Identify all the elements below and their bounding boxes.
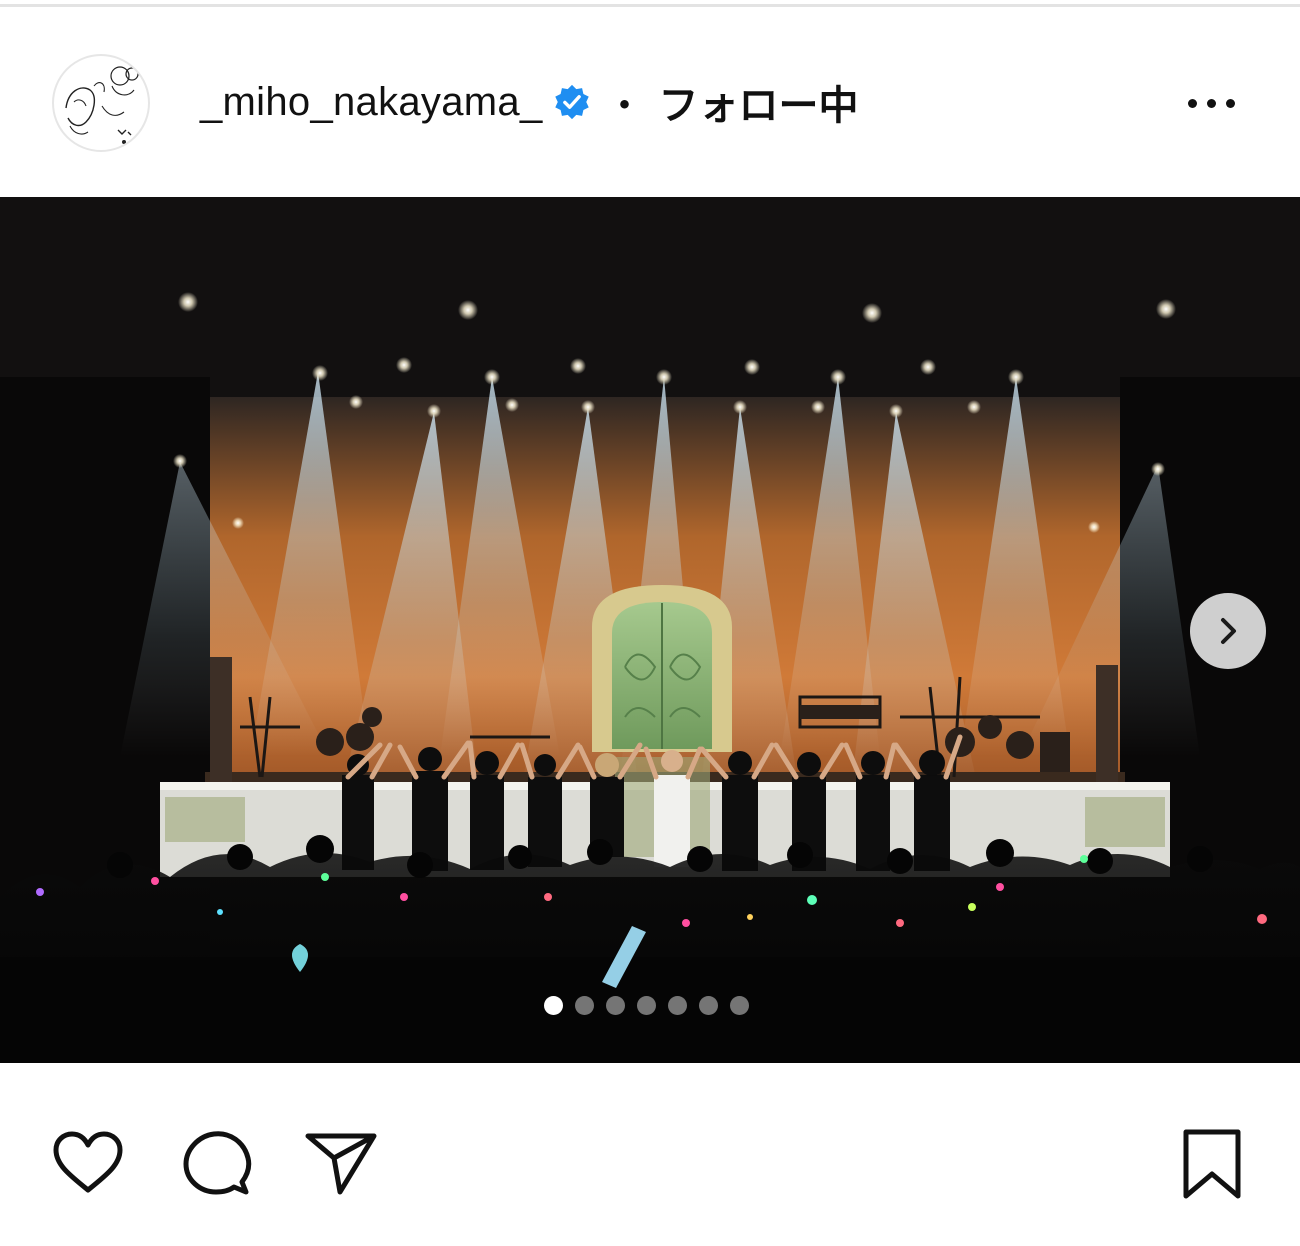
carousel-dot (699, 996, 718, 1015)
top-divider (0, 4, 1300, 7)
send-icon (305, 1133, 377, 1195)
bookmark-icon (1183, 1129, 1241, 1199)
heart-icon (53, 1131, 123, 1193)
comment-button[interactable] (176, 1122, 256, 1202)
avatar-sketch-icon (65, 66, 139, 144)
carousel-indicator (544, 996, 749, 1018)
carousel-dot (606, 996, 625, 1015)
user-line: _miho_nakayama_ ・ フォロー中 (200, 73, 859, 131)
post-header: _miho_nakayama_ ・ フォロー中 (0, 48, 1300, 158)
share-button[interactable] (302, 1122, 382, 1202)
carousel-dot (668, 996, 687, 1015)
post-photo[interactable] (0, 197, 1300, 1063)
carousel-dot (575, 996, 594, 1015)
carousel-dot (730, 996, 749, 1015)
following-button[interactable]: フォロー中 (659, 73, 859, 131)
carousel-next-button[interactable] (1190, 593, 1266, 669)
more-options-icon[interactable] (1186, 96, 1238, 112)
verified-badge-icon (553, 83, 591, 121)
carousel-dot (637, 996, 656, 1015)
username-link[interactable]: _miho_nakayama_ (200, 80, 543, 125)
avatar[interactable] (52, 54, 150, 152)
carousel-dot (544, 996, 563, 1015)
separator-dot: ・ (604, 84, 645, 128)
chevron-right-icon (1221, 618, 1236, 644)
save-button[interactable] (1172, 1122, 1252, 1202)
like-button[interactable] (48, 1122, 128, 1202)
post-actions-bar (0, 1110, 1300, 1210)
comment-icon (183, 1131, 252, 1195)
concert-stage-image (0, 197, 1300, 1063)
